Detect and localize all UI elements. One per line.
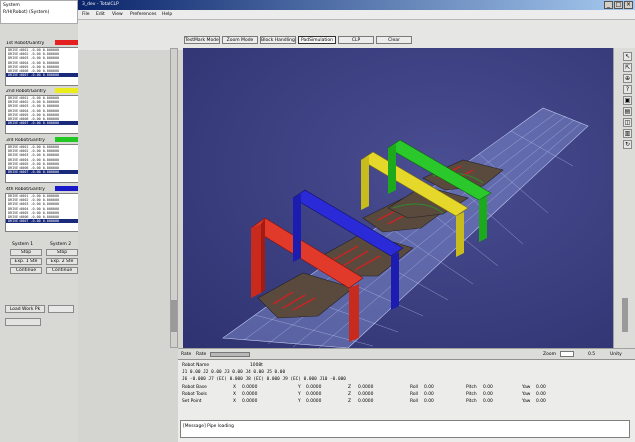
set-point-y: 0.0000 xyxy=(306,399,322,404)
front-view-icon[interactable]: ▣ xyxy=(623,96,632,105)
system1-stop-button[interactable]: Stop xyxy=(10,249,42,256)
joint-row-1: J1 0.00 J2 0.00 J3 0.00 J4 0.00 J5 0.00 xyxy=(182,370,286,375)
rate-slider[interactable] xyxy=(210,352,250,357)
system1-exp-button[interactable]: Exp. 1 Ste xyxy=(10,258,42,265)
set-point-x: 0.0000 xyxy=(242,399,258,404)
robot-base-yaw: 0.00 xyxy=(536,385,546,390)
system-title: System xyxy=(3,3,20,8)
window-title: 3_dev - TotalCLP xyxy=(82,2,119,7)
zoom-value: 0.5 xyxy=(588,352,596,357)
right-toolstrip: ↖ ⇱ ⊕ ? ▣ ▤ ◫ ▥ ↻ xyxy=(613,48,635,348)
system2-continue-button[interactable]: Continue xyxy=(46,267,78,274)
unity-label: Unity xyxy=(610,352,622,357)
system1-continue-button[interactable]: Continue xyxy=(10,267,42,274)
robot-tools-y: 0.0000 xyxy=(306,392,322,397)
robot-tools-yaw: 0.00 xyxy=(536,392,546,397)
rate-value: Rate xyxy=(196,352,207,357)
menu-edit[interactable]: Edit xyxy=(96,12,105,17)
menu-bar: File Edit View Preferences Help xyxy=(78,10,635,20)
robot-base-z: 0.0000 xyxy=(358,385,374,390)
robot4-header: 4th Robot/Gantry xyxy=(6,187,45,192)
system2-label: System 2 xyxy=(50,242,72,247)
robot1-header: 1st Robot/Gantry xyxy=(6,41,45,46)
system2-stop-button[interactable]: Stop xyxy=(46,249,78,256)
info-panel: Robot Name 1008t J1 0.00 J2 0.00 J3 0.00… xyxy=(178,359,635,442)
rate-label: Rate xyxy=(181,352,192,357)
zoom-mode-button[interactable]: Zoom Mode xyxy=(222,36,258,44)
robot-base-y: 0.0000 xyxy=(306,385,322,390)
small-button[interactable] xyxy=(5,318,41,326)
robot-base-pitch: 0.00 xyxy=(483,385,493,390)
title-bar: 3_dev - TotalCLP _ □ × xyxy=(78,0,635,10)
blank-button[interactable] xyxy=(48,305,74,313)
testmark-mode-button[interactable]: TestMark Mode xyxy=(184,36,220,44)
viewport-vscroll-thumb[interactable] xyxy=(171,300,177,332)
message-text: [Message] Pipe loading xyxy=(183,424,234,429)
robot-tools-x: 0.0000 xyxy=(242,392,258,397)
scene-svg xyxy=(222,107,589,348)
iso-view-icon[interactable]: ▥ xyxy=(623,129,632,138)
pad-simulation-button[interactable]: PadSimulation xyxy=(298,36,336,44)
zoom-label: Zoom xyxy=(543,352,556,357)
minimize-button[interactable]: _ xyxy=(604,1,613,9)
system-label-box: System R/H(Robot) (System) xyxy=(0,0,78,24)
robot2-header: 2nd Robot/Gantry xyxy=(6,89,46,94)
set-point-label: Set Point xyxy=(182,399,202,404)
clear-button[interactable]: Clear xyxy=(376,36,412,44)
message-box: [Message] Pipe loading xyxy=(180,420,630,438)
robot-base-label: Robot Base xyxy=(182,385,207,390)
set-point-pitch: 0.00 xyxy=(483,399,493,404)
set-point-yaw: 0.00 xyxy=(536,399,546,404)
help-icon[interactable]: ? xyxy=(623,85,632,94)
fit-icon[interactable]: ⇱ xyxy=(623,63,632,72)
menu-preferences[interactable]: Preferences xyxy=(130,12,156,17)
viewport-3d[interactable] xyxy=(183,48,613,348)
viewport-bottom-bar: Rate Rate Zoom 0.5 Unity xyxy=(178,348,635,359)
menu-help[interactable]: Help xyxy=(162,12,172,17)
load-work-pk-button[interactable]: Load Work Pk xyxy=(5,305,45,313)
system1-label: System 1 xyxy=(12,242,34,247)
robot-name-label: Robot Name xyxy=(182,363,210,368)
rotate-icon[interactable]: ↻ xyxy=(623,140,632,149)
robot-name-value: 1008t xyxy=(250,363,263,368)
close-button[interactable]: × xyxy=(624,1,633,9)
robot-base-x: 0.0000 xyxy=(242,385,258,390)
robot-tools-label: Robot Tools xyxy=(182,392,207,397)
robot-tools-z: 0.0000 xyxy=(358,392,374,397)
zoom-field[interactable] xyxy=(560,351,574,357)
side-view-icon[interactable]: ▤ xyxy=(623,107,632,116)
toolbar xyxy=(78,20,635,50)
pointer-icon[interactable]: ↖ xyxy=(623,52,632,61)
menu-view[interactable]: View xyxy=(112,12,123,17)
set-point-z: 0.0000 xyxy=(358,399,374,404)
block-handling-button[interactable]: Block Handling xyxy=(260,36,296,44)
robot-tools-pitch: 0.00 xyxy=(483,392,493,397)
clp-button[interactable]: CLP xyxy=(338,36,374,44)
top-view-icon[interactable]: ◫ xyxy=(623,118,632,127)
zoom-slider[interactable] xyxy=(622,298,628,332)
set-point-roll: 0.00 xyxy=(424,399,434,404)
system2-exp-button[interactable]: Exp. 2 Ste xyxy=(46,258,78,265)
robot-tools-roll: 0.00 xyxy=(424,392,434,397)
robot-base-roll: 0.00 xyxy=(424,385,434,390)
maximize-button[interactable]: □ xyxy=(614,1,623,9)
joint-row-2: J6 -0.000 J7 (EC) 0.000 J8 (EC) 0.000 J9… xyxy=(182,377,346,382)
system-subtitle: R/H(Robot) (System) xyxy=(3,10,50,15)
menu-file[interactable]: File xyxy=(82,12,90,17)
zoom-icon[interactable]: ⊕ xyxy=(623,74,632,83)
robot3-header: 3rd Robot/Gantry xyxy=(6,138,45,143)
